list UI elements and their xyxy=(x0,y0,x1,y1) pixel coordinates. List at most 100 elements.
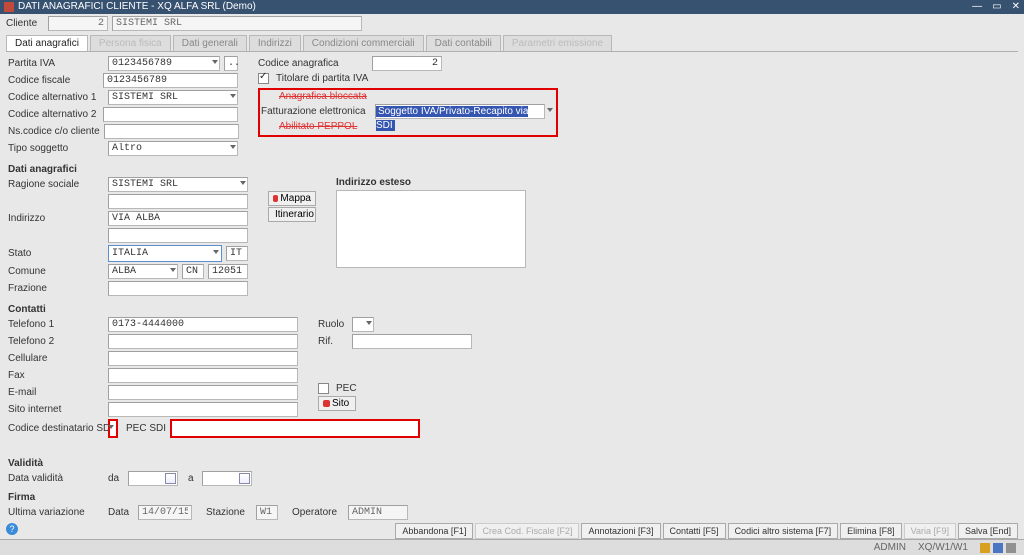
rif-label: Rif. xyxy=(318,336,348,347)
ruolo-select[interactable] xyxy=(352,317,374,332)
cell-label: Cellulare xyxy=(8,353,104,364)
tab-dati-contabili[interactable]: Dati contabili xyxy=(426,35,501,51)
pec-checkbox[interactable] xyxy=(318,383,329,394)
varia-button: Varia [F9] xyxy=(904,523,956,539)
tab-condizioni-commerciali[interactable]: Condizioni commerciali xyxy=(303,35,424,51)
codici-altro-sistema-button[interactable]: Codici altro sistema [F7] xyxy=(728,523,839,539)
codice-anagrafica-input[interactable] xyxy=(372,56,442,71)
validita-a-input[interactable] xyxy=(202,471,252,486)
comune-prov-input[interactable] xyxy=(182,264,204,279)
indirizzo-input-2[interactable] xyxy=(108,228,248,243)
peppol-label: Abilitato PEPPOL xyxy=(279,121,375,132)
validita-title: Validità xyxy=(8,458,1016,469)
indirizzo-label: Indirizzo xyxy=(8,213,104,224)
fax-label: Fax xyxy=(8,370,104,381)
cod-dest-sdi-label: Codice destinatario SDI xyxy=(8,423,104,434)
tab-dati-generali[interactable]: Dati generali xyxy=(173,35,247,51)
firma-data-label: Data xyxy=(108,507,134,518)
ragione-input[interactable] xyxy=(108,177,248,192)
pec-sdi-label: PEC SDI xyxy=(126,423,166,434)
comune-input[interactable] xyxy=(108,264,178,279)
stato-code-input[interactable] xyxy=(226,246,248,261)
anag-bloccata-label: Anagrafica bloccata xyxy=(279,91,375,102)
frazione-input[interactable] xyxy=(108,281,248,296)
titolare-label: Titolare di partita IVA xyxy=(276,73,372,84)
partita-iva-input[interactable] xyxy=(108,56,220,71)
indirizzo-esteso-textarea[interactable] xyxy=(336,190,526,268)
cell-input[interactable] xyxy=(108,351,298,366)
pec-label: PEC xyxy=(336,383,432,394)
rif-input[interactable] xyxy=(352,334,472,349)
ragione-label: Ragione sociale xyxy=(8,179,104,190)
fax-input[interactable] xyxy=(108,368,298,383)
mappa-button[interactable]: Mappa xyxy=(268,191,316,206)
cod-alt1-input[interactable] xyxy=(108,90,238,105)
email-input[interactable] xyxy=(108,385,298,400)
abbandona-button[interactable]: Abbandona [F1] xyxy=(395,523,473,539)
data-validita-label: Data validità xyxy=(8,473,104,484)
tel1-label: Telefono 1 xyxy=(8,319,104,330)
codice-fiscale-label: Codice fiscale xyxy=(8,75,99,86)
firma-operatore-label: Operatore xyxy=(292,507,344,518)
status-context: XQ/W1/W1 xyxy=(918,542,968,553)
comune-cap-input[interactable] xyxy=(208,264,248,279)
validita-a-label: a xyxy=(188,473,198,484)
tel2-input[interactable] xyxy=(108,334,298,349)
status-icon-1 xyxy=(980,543,990,553)
cod-alt2-input[interactable] xyxy=(103,107,238,122)
partita-iva-label: Partita IVA xyxy=(8,58,104,69)
pec-sdi-input[interactable] xyxy=(172,421,418,436)
help-icon[interactable]: ? xyxy=(6,523,18,535)
frazione-label: Frazione xyxy=(8,283,104,294)
codice-fiscale-input[interactable] xyxy=(103,73,238,88)
crea-cod-fiscale-button: Crea Cod. Fiscale [F2] xyxy=(475,523,579,539)
stato-label: Stato xyxy=(8,248,104,259)
itinerario-button[interactable]: Itinerario xyxy=(268,207,316,222)
contatti-button[interactable]: Contatti [F5] xyxy=(663,523,726,539)
sito-button[interactable]: Sito xyxy=(318,396,356,411)
ns-codice-input[interactable] xyxy=(104,124,239,139)
ragione-input-2[interactable] xyxy=(108,194,248,209)
firma-title: Firma xyxy=(8,492,1016,503)
minimize-button[interactable]: — xyxy=(972,0,982,14)
maximize-button[interactable]: ▭ xyxy=(992,0,1001,14)
firma-stazione-label: Stazione xyxy=(206,507,252,518)
sito-input[interactable] xyxy=(108,402,298,417)
partita-iva-lookup[interactable]: .. xyxy=(224,56,238,71)
codice-anagrafica-label: Codice anagrafica xyxy=(258,58,368,69)
salva-button[interactable]: Salva [End] xyxy=(958,523,1018,539)
tel1-input[interactable] xyxy=(108,317,298,332)
indirizzo-input[interactable] xyxy=(108,211,248,226)
cliente-label: Cliente xyxy=(6,18,44,29)
tab-dati-anagrafici[interactable]: Dati anagrafici xyxy=(6,35,88,51)
window-title: DATI ANAGRAFICI CLIENTE - XQ ALFA SRL (D… xyxy=(18,0,256,14)
ns-codice-label: Ns.codice c/o cliente xyxy=(8,126,100,137)
status-icon-2 xyxy=(993,543,1003,553)
map-icon xyxy=(273,195,278,202)
tab-indirizzi[interactable]: Indirizzi xyxy=(249,35,301,51)
dati-anagrafici-title: Dati anagrafici xyxy=(8,164,1016,175)
tab-parametri-emissione[interactable]: Parametri emissione xyxy=(503,35,612,51)
firma-data-value xyxy=(138,505,192,520)
titolare-checkbox[interactable] xyxy=(258,73,269,84)
annotazioni-button[interactable]: Annotazioni [F3] xyxy=(581,523,660,539)
contatti-title: Contatti xyxy=(8,304,1016,315)
stato-select[interactable] xyxy=(109,246,221,261)
sito-label: Sito internet xyxy=(8,404,104,415)
tab-persona-fisica[interactable]: Persona fisica xyxy=(90,35,171,51)
elimina-button[interactable]: Elimina [F8] xyxy=(840,523,902,539)
ultima-variazione-label: Ultima variazione xyxy=(8,507,104,518)
cliente-name[interactable] xyxy=(112,16,362,31)
status-user: ADMIN xyxy=(874,542,906,553)
tel2-label: Telefono 2 xyxy=(8,336,104,347)
globe-icon xyxy=(323,400,330,407)
validita-da-input[interactable] xyxy=(128,471,178,486)
app-icon xyxy=(4,2,14,12)
ruolo-label: Ruolo xyxy=(318,319,348,330)
fatt-elettronica-select[interactable]: Soggetto IVA/Privato-Recapito via SDI xyxy=(375,104,545,119)
tipo-soggetto-select[interactable] xyxy=(108,141,238,156)
cod-dest-sdi-input[interactable] xyxy=(110,421,116,436)
comune-label: Comune xyxy=(8,266,104,277)
close-button[interactable]: ✕ xyxy=(1012,0,1020,14)
cliente-code[interactable] xyxy=(48,16,108,31)
